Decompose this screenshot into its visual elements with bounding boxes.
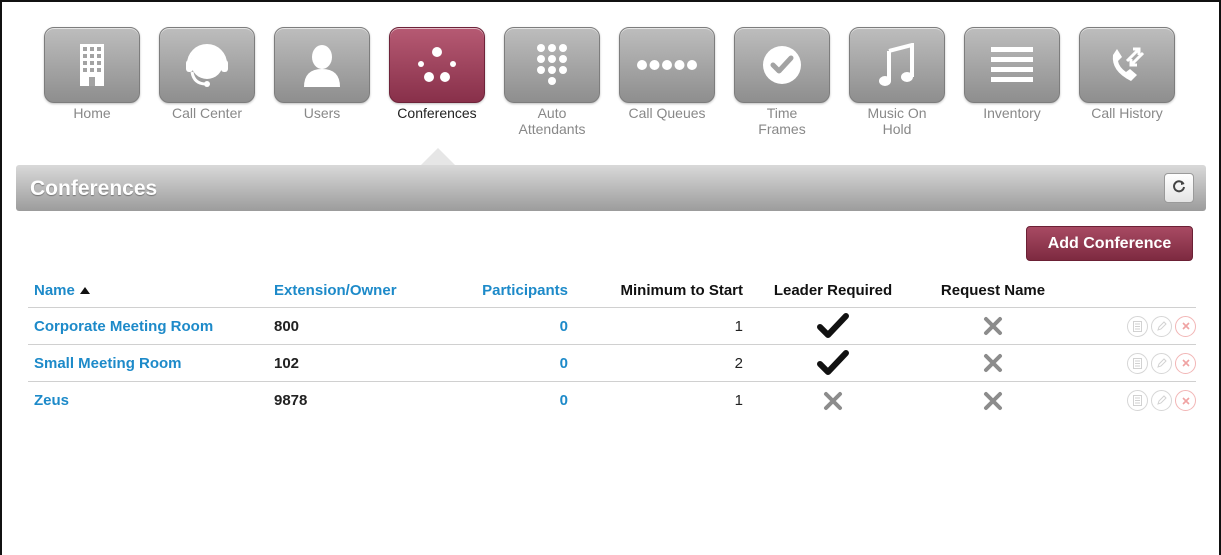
edit-pencil-icon[interactable] (1151, 352, 1172, 374)
conference-name-link[interactable]: Corporate Meeting Room (34, 308, 264, 344)
delete-icon[interactable] (1175, 315, 1196, 337)
participants-link[interactable]: 0 (448, 345, 568, 381)
nav-item-auto-attendants[interactable]: Auto Attendants (502, 27, 602, 137)
refresh-button[interactable] (1164, 173, 1194, 203)
conferences-table: Name Extension/Owner Participants Minimu… (28, 274, 1196, 419)
conference-name-link[interactable]: Zeus (34, 382, 264, 419)
app-frame: Home Call Center Users Conferences Auto … (0, 0, 1221, 555)
row-actions (1088, 308, 1196, 344)
request-name-x-icon (928, 345, 1058, 381)
list-icon (991, 47, 1033, 83)
nav-tile (619, 27, 715, 103)
nav-label: Music On Hold (867, 105, 927, 137)
phone-arrows-icon (1107, 45, 1147, 85)
nav-item-users[interactable]: Users (272, 27, 372, 121)
details-icon[interactable] (1127, 390, 1148, 411)
music-note-icon (879, 43, 915, 87)
participants-link[interactable]: 0 (448, 308, 568, 344)
nav-tile (1079, 27, 1175, 103)
delete-icon[interactable] (1175, 352, 1196, 374)
nav-tile (504, 27, 600, 103)
clock-check-icon (762, 45, 802, 85)
column-header-name-label: Name (34, 282, 75, 299)
leader-required-x-icon (763, 382, 903, 419)
nav-label: Conferences (397, 105, 477, 121)
nav-tile (389, 27, 485, 103)
nav-label: Home (73, 105, 111, 121)
nav-item-inventory[interactable]: Inventory (962, 27, 1062, 121)
minimum-cell: 1 (734, 317, 743, 335)
details-icon[interactable] (1127, 352, 1148, 374)
nav-tile (964, 27, 1060, 103)
nav-label: Call History (1091, 105, 1163, 121)
nav-label: Auto Attendants (518, 105, 586, 137)
nav-tile (159, 27, 255, 103)
column-header-participants[interactable]: Participants (448, 274, 568, 307)
building-icon (80, 44, 104, 86)
leader-required-check-icon (763, 308, 903, 344)
minimum-cell: 1 (734, 392, 743, 409)
user-icon (302, 43, 342, 87)
delete-icon[interactable] (1175, 390, 1196, 411)
table-header-row: Name Extension/Owner Participants Minimu… (28, 274, 1196, 308)
request-name-x-icon (928, 382, 1058, 419)
page-title: Conferences (30, 177, 158, 200)
nav-label: Users (303, 105, 341, 121)
edit-pencil-icon[interactable] (1151, 390, 1172, 411)
column-header-extension[interactable]: Extension/Owner (274, 274, 434, 307)
nav-tile (274, 27, 370, 103)
column-header-minimum-to-start: Minimum to Start (620, 282, 744, 299)
queue-dots-icon (636, 59, 698, 71)
column-header-name[interactable]: Name (34, 274, 234, 307)
nav-item-time-frames[interactable]: Time Frames (732, 27, 832, 137)
conference-dots-icon (417, 47, 457, 83)
nav-label: Call Queues (628, 105, 706, 121)
nav-item-call-center[interactable]: Call Center (157, 27, 257, 121)
page-title-bar: Conferences (16, 165, 1206, 211)
nav-label: Call Center (171, 105, 243, 121)
table-row: Corporate Meeting Room 800 0 1 (28, 308, 1196, 345)
participants-link[interactable]: 0 (448, 382, 568, 419)
column-header-request-name: Request Name (940, 282, 1046, 299)
nav-item-call-history[interactable]: Call History (1077, 27, 1177, 121)
extension-cell: 800 (274, 317, 300, 335)
nav-tile (849, 27, 945, 103)
minimum-cell: 2 (734, 354, 743, 372)
nav-label: Time Frames (758, 105, 806, 137)
column-header-leader-required: Leader Required (773, 282, 893, 299)
nav-label: Inventory (983, 105, 1041, 121)
row-actions (1088, 345, 1196, 381)
nav-item-home[interactable]: Home (42, 27, 142, 121)
conference-name-link[interactable]: Small Meeting Room (34, 345, 264, 381)
nav-item-conferences[interactable]: Conferences (387, 27, 487, 121)
nav-tile (734, 27, 830, 103)
details-icon[interactable] (1127, 315, 1148, 337)
table-row: Zeus 9878 0 1 (28, 382, 1196, 419)
row-actions (1088, 382, 1196, 419)
active-tab-pointer (420, 148, 456, 166)
request-name-x-icon (928, 308, 1058, 344)
add-conference-button[interactable]: Add Conference (1026, 226, 1193, 261)
nav-item-music-on-hold[interactable]: Music On Hold (847, 27, 947, 137)
keypad-icon (536, 43, 568, 87)
extension-cell: 102 (274, 354, 300, 372)
extension-cell: 9878 (274, 392, 308, 409)
edit-pencil-icon[interactable] (1151, 315, 1172, 337)
table-row: Small Meeting Room 102 0 2 (28, 345, 1196, 382)
refresh-icon (1172, 179, 1186, 198)
sort-ascending-icon (79, 287, 90, 294)
leader-required-check-icon (763, 345, 903, 381)
nav-tile (44, 27, 140, 103)
nav-item-call-queues[interactable]: Call Queues (617, 27, 717, 121)
headset-icon (184, 42, 230, 88)
